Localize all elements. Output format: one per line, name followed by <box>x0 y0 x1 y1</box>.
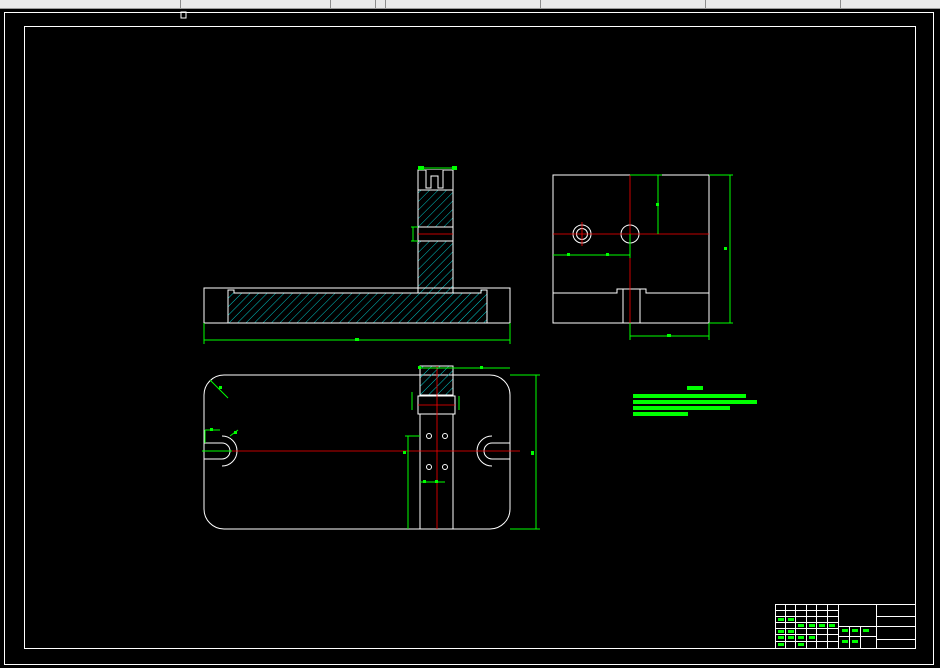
section-hatch <box>227 189 488 324</box>
front-section-view[interactable] <box>203 166 511 344</box>
side-outline <box>552 174 710 324</box>
upright-footprint <box>419 365 454 396</box>
sheet-inner-border <box>24 26 916 649</box>
toolbar-separator <box>540 0 541 8</box>
sheet-outer-border <box>4 12 934 665</box>
technical-notes <box>633 386 757 416</box>
toolbar-separator <box>705 0 706 8</box>
top-slot <box>425 170 444 189</box>
toolbar-separator <box>375 0 376 8</box>
top-view[interactable] <box>202 365 540 530</box>
cad-drawing-canvas[interactable] <box>0 9 940 668</box>
toolbar-separator <box>180 0 181 8</box>
side-step-line <box>553 288 709 294</box>
pin-hole <box>426 433 432 439</box>
application-toolbar <box>0 0 940 9</box>
toolbar-separator <box>385 0 386 8</box>
toolbar-separator <box>330 0 331 8</box>
plate-outline <box>203 374 511 530</box>
side-view[interactable] <box>552 174 733 340</box>
toolbar-separator <box>840 0 841 8</box>
